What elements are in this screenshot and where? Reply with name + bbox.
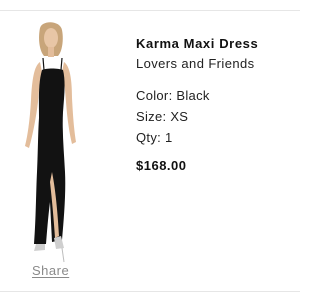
product-price: $168.00: [136, 158, 187, 173]
product-brand: Lovers and Friends: [136, 56, 255, 71]
bottom-divider: [0, 291, 300, 292]
product-details: Karma Maxi Dress Lovers and Friends Colo…: [136, 36, 296, 174]
product-attributes: Color: Black Size: XS Qty: 1: [136, 88, 296, 146]
share-link[interactable]: Share: [32, 263, 69, 278]
top-divider: [0, 10, 300, 11]
model-in-black-maxi-dress-icon: [25, 22, 76, 263]
product-size: Size: XS: [136, 109, 189, 124]
product-color: Color: Black: [136, 88, 210, 103]
product-image[interactable]: [12, 22, 92, 266]
product-title[interactable]: Karma Maxi Dress: [136, 36, 296, 52]
order-item-card: Share Karma Maxi Dress Lovers and Friend…: [0, 0, 300, 300]
product-quantity: Qty: 1: [136, 130, 173, 145]
